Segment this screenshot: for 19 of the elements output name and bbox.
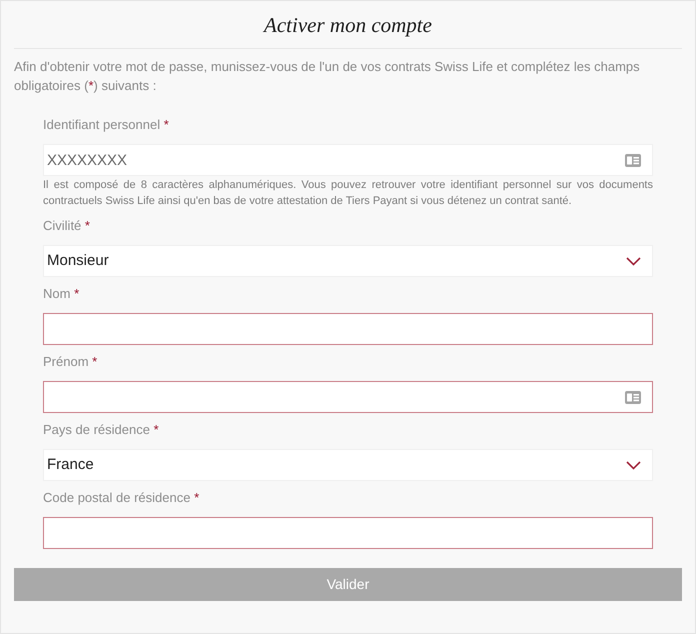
text-field[interactable] bbox=[43, 381, 653, 413]
id-card-icon bbox=[625, 391, 641, 404]
field-label: Prénom * bbox=[43, 353, 98, 371]
field-label: Identifiant personnel * bbox=[43, 116, 169, 134]
page-title: Activer mon compte bbox=[14, 1, 682, 49]
chevron-down-icon bbox=[626, 256, 641, 266]
select-field[interactable]: Monsieur bbox=[43, 245, 653, 277]
text-field[interactable] bbox=[43, 313, 653, 345]
field-label: Nom * bbox=[43, 285, 80, 303]
text-field[interactable]: XXXXXXXX bbox=[43, 144, 653, 176]
help-text: Il est composé de 8 caractères alphanumériques. Vous pouvez retrouver votre identifiant personnel sur vos documents contractuels Swiss Life ainsi qu'en bas de votre attestation de Tiers Payant si vous détenez un contrat santé. bbox=[43, 178, 653, 209]
select-field[interactable]: France bbox=[43, 449, 653, 481]
id-card-icon bbox=[625, 154, 641, 167]
field-label: Pays de résidence * bbox=[43, 421, 159, 439]
text-field[interactable] bbox=[43, 517, 653, 549]
chevron-down-icon bbox=[626, 460, 641, 470]
field-label: Code postal de résidence * bbox=[43, 489, 200, 507]
intro-text: Afin d'obtenir votre mot de passe, munissez-vous de l'un de vos contrats Swiss Life et complétez les champs obligatoires (*) suivants : bbox=[14, 58, 641, 95]
field-label: Civilité * bbox=[43, 217, 90, 235]
